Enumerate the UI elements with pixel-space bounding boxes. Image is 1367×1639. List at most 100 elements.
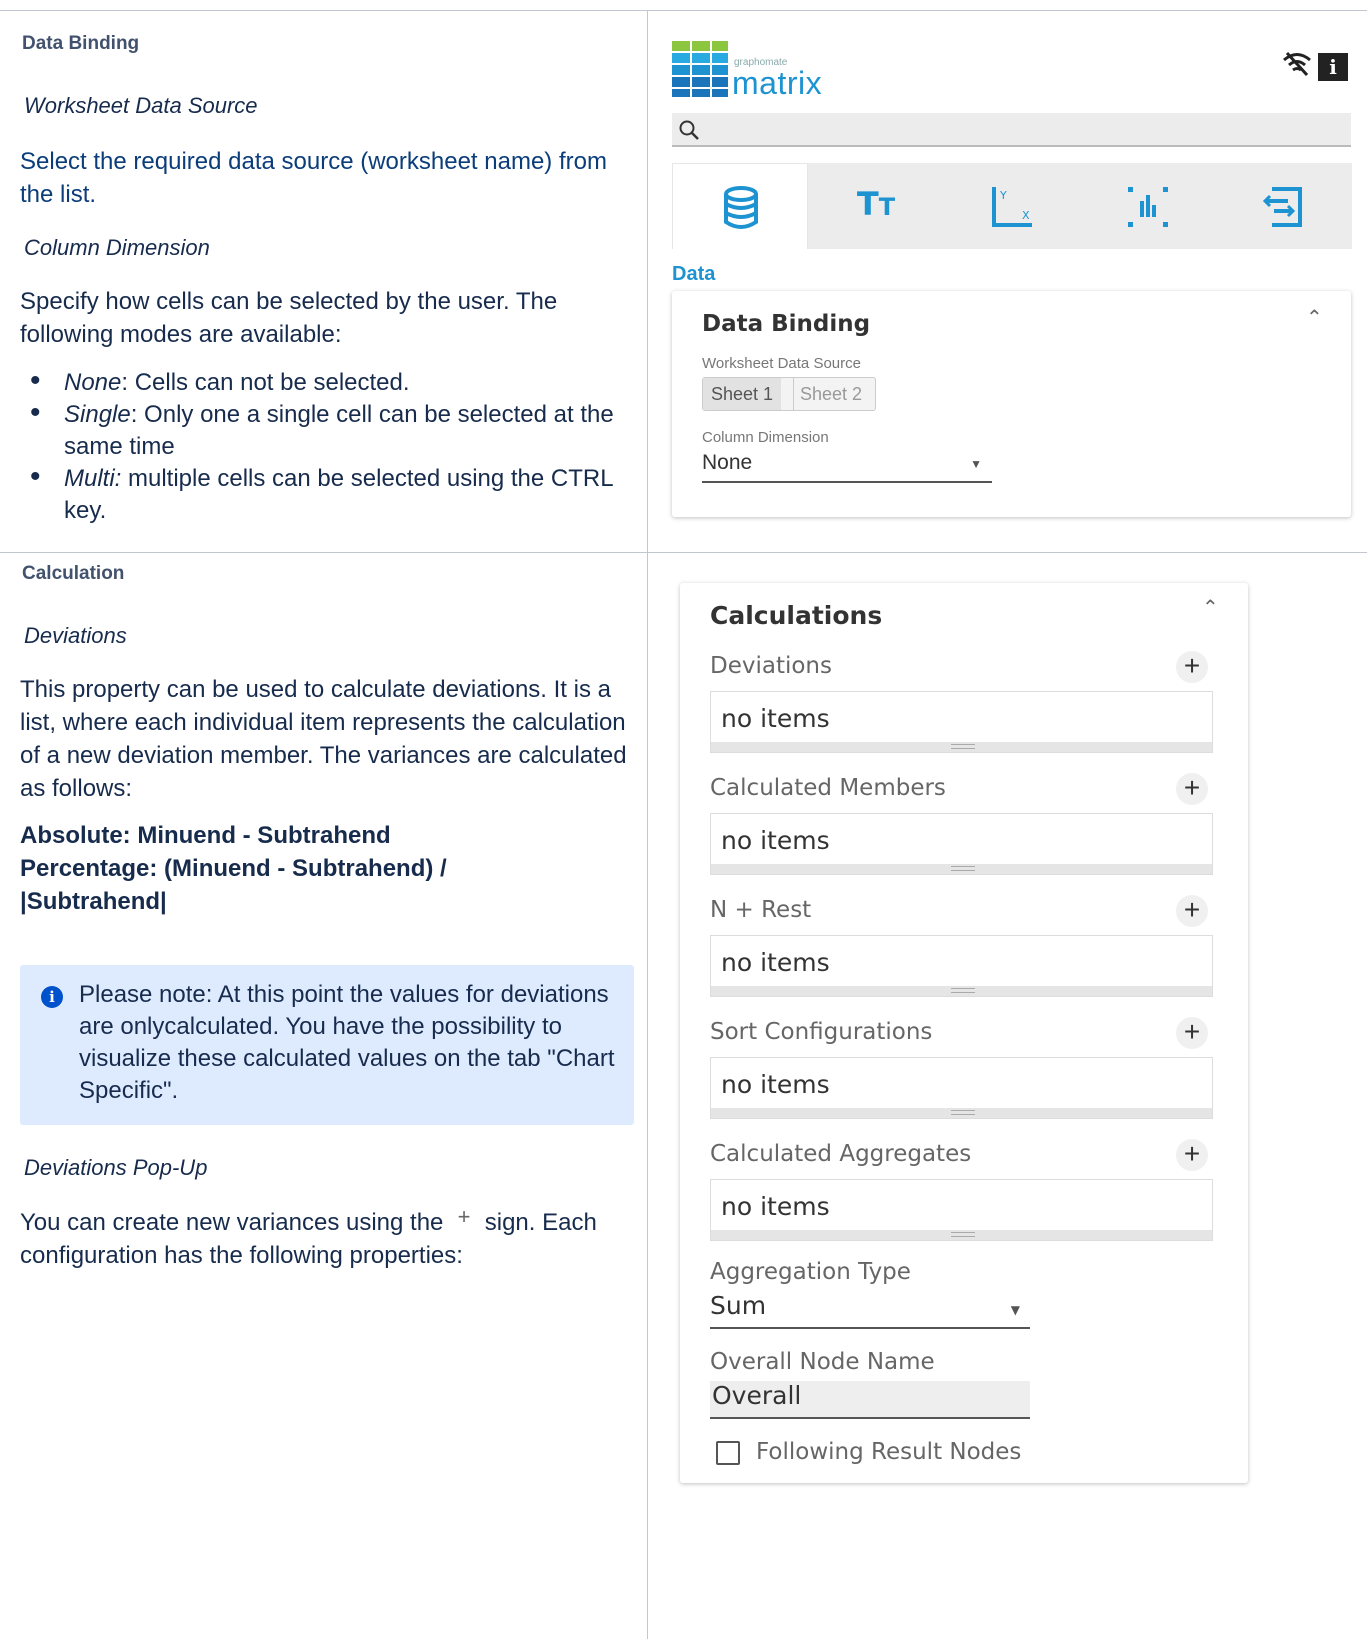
list-empty-text: no items (721, 1070, 830, 1099)
deviations-subheading: Deviations (24, 623, 127, 648)
chart-bars-icon (1128, 187, 1168, 227)
list-empty-text: no items (721, 948, 830, 977)
overall-node-name-field[interactable]: Overall (710, 1381, 1030, 1419)
column-dimension-label: Column Dimension (702, 429, 829, 446)
add-n-rest-button[interactable]: + (1176, 895, 1208, 927)
popup-text-part1: You can create new variances using the (20, 1209, 444, 1236)
tab-chart-specific[interactable] (1080, 163, 1216, 249)
worksheet-data-source-subheading: Worksheet Data Source (24, 93, 258, 118)
following-result-nodes-checkbox[interactable] (716, 1441, 740, 1465)
add-calculated-member-button[interactable]: + (1176, 773, 1208, 805)
add-sort-configuration-button[interactable]: + (1176, 1017, 1208, 1049)
mode-term: Multi: (64, 465, 122, 492)
calculated-members-list[interactable]: no items (710, 813, 1213, 875)
info-icon[interactable]: i (1318, 53, 1348, 81)
info-panel: i Please note: At this point the values … (20, 965, 634, 1125)
caret-down-icon: ▼ (1010, 1303, 1020, 1317)
calculations-card: Calculations ⌃ Deviations + no items Cal… (680, 583, 1248, 1483)
sheet-option-2[interactable]: Sheet 2 (793, 378, 868, 410)
list-item: Multi: multiple cells can be selected us… (20, 461, 620, 527)
resize-handle[interactable] (711, 986, 1212, 996)
overall-node-name-label: Overall Node Name (710, 1349, 935, 1375)
calculated-aggregates-label: Calculated Aggregates (710, 1141, 972, 1167)
tab-data[interactable] (672, 163, 808, 249)
mode-term: None (64, 369, 122, 396)
deviations-popup-description: You can create new variances using the +… (20, 1203, 630, 1272)
tab-axis[interactable]: Y X (944, 163, 1080, 249)
card-title: Data Binding (702, 311, 871, 337)
sheet-option-1[interactable]: Sheet 1 (703, 378, 782, 410)
list-empty-text: no items (721, 826, 830, 855)
data-binding-card: Data Binding ⌃ Worksheet Data Source She… (672, 291, 1351, 517)
column-dimension-subheading: Column Dimension (24, 235, 210, 260)
formula-absolute: Absolute: Minuend - Subtrahend (20, 822, 391, 849)
documentation-table: Data Binding Worksheet Data Source Selec… (0, 10, 1367, 1639)
deviations-label: Deviations (710, 653, 832, 679)
top-right-icons: i (1282, 51, 1354, 81)
worksheet-data-source-label: Worksheet Data Source (702, 355, 861, 372)
section-label-data: Data (672, 263, 716, 285)
info-icon: i (41, 986, 63, 1008)
add-calculated-aggregate-button[interactable]: + (1176, 1139, 1208, 1171)
n-rest-label: N + Rest (710, 897, 812, 923)
deviations-list[interactable]: no items (710, 691, 1213, 753)
chevron-up-icon[interactable]: ⌃ (1202, 595, 1219, 620)
list-item: None: Cells can not be selected. (20, 365, 620, 399)
calculated-aggregates-list[interactable]: no items (710, 1179, 1213, 1241)
calculated-members-label: Calculated Members (710, 775, 946, 801)
mode-text: Cells can not be selected. (128, 369, 410, 396)
selection-modes-list: None: Cells can not be selected. Single:… (20, 365, 620, 527)
sort-configurations-label: Sort Configurations (710, 1019, 933, 1045)
aggregation-type-value: Sum (710, 1291, 767, 1320)
wifi-off-icon[interactable] (1282, 51, 1312, 77)
mode-term: Single (64, 401, 131, 428)
search-icon (679, 120, 699, 140)
info-note-text: Please note: At this point the values fo… (79, 981, 615, 1104)
worksheet-description: Select the required data source (workshe… (20, 148, 607, 208)
search-input[interactable] (672, 113, 1351, 147)
deviations-popup-subheading: Deviations Pop-Up (24, 1155, 208, 1180)
following-result-nodes-label: Following Result Nodes (756, 1439, 1022, 1465)
table-row-data-binding: Data Binding Worksheet Data Source Selec… (0, 11, 1367, 553)
list-empty-text: no items (721, 704, 830, 733)
list-item: Single: Only one a single cell can be se… (20, 397, 620, 463)
graphomate-matrix-logo: graphomate matrix (672, 41, 842, 101)
axis-icon: Y X (992, 187, 1032, 227)
add-deviation-button[interactable]: + (1176, 651, 1208, 683)
plus-icon: + (457, 1204, 471, 1229)
column-dimension-select[interactable]: None ▼ (702, 451, 992, 483)
column-dimension-value: None (702, 451, 753, 474)
deviations-description: This property can be used to calculate d… (20, 676, 627, 802)
mode-text: Only one a single cell can be selected a… (64, 401, 614, 460)
card-title: Calculations (710, 601, 883, 630)
resize-handle[interactable] (711, 1108, 1212, 1118)
svg-text:Y: Y (999, 189, 1007, 202)
mode-text: multiple cells can be selected using the… (64, 465, 613, 524)
sheet-selector: Sheet 1 Sheet 2 (702, 377, 876, 411)
svg-text:X: X (1022, 209, 1030, 222)
calculation-header: Calculation (22, 563, 125, 584)
logo-grid-icon (672, 41, 728, 97)
chevron-up-icon[interactable]: ⌃ (1306, 305, 1323, 330)
list-empty-text: no items (721, 1192, 830, 1221)
aggregation-type-select[interactable]: Sum ▼ (710, 1291, 1030, 1329)
resize-handle[interactable] (711, 742, 1212, 752)
table-row-calculation: Calculation Deviations This property can… (0, 553, 1367, 1639)
sort-configurations-list[interactable]: no items (710, 1057, 1213, 1119)
caret-down-icon: ▼ (970, 457, 982, 471)
formula-percentage: Percentage: (Minuend - Subtrahend) / |Su… (20, 855, 447, 915)
data-binding-header: Data Binding (22, 33, 140, 54)
database-icon (724, 186, 758, 229)
tab-export[interactable] (1216, 163, 1352, 249)
text-size-icon: TT (856, 185, 896, 223)
aggregation-type-label: Aggregation Type (710, 1259, 911, 1285)
n-rest-list[interactable]: no items (710, 935, 1213, 997)
resize-handle[interactable] (711, 1230, 1212, 1240)
logo-word: matrix (732, 65, 823, 101)
export-icon (1262, 187, 1302, 227)
column-divider (647, 11, 648, 1639)
column-dimension-description: Specify how cells can be selected by the… (20, 288, 558, 348)
tab-text[interactable]: TT (808, 163, 944, 249)
resize-handle[interactable] (711, 864, 1212, 874)
property-tabs: TT Y X (672, 163, 1352, 249)
